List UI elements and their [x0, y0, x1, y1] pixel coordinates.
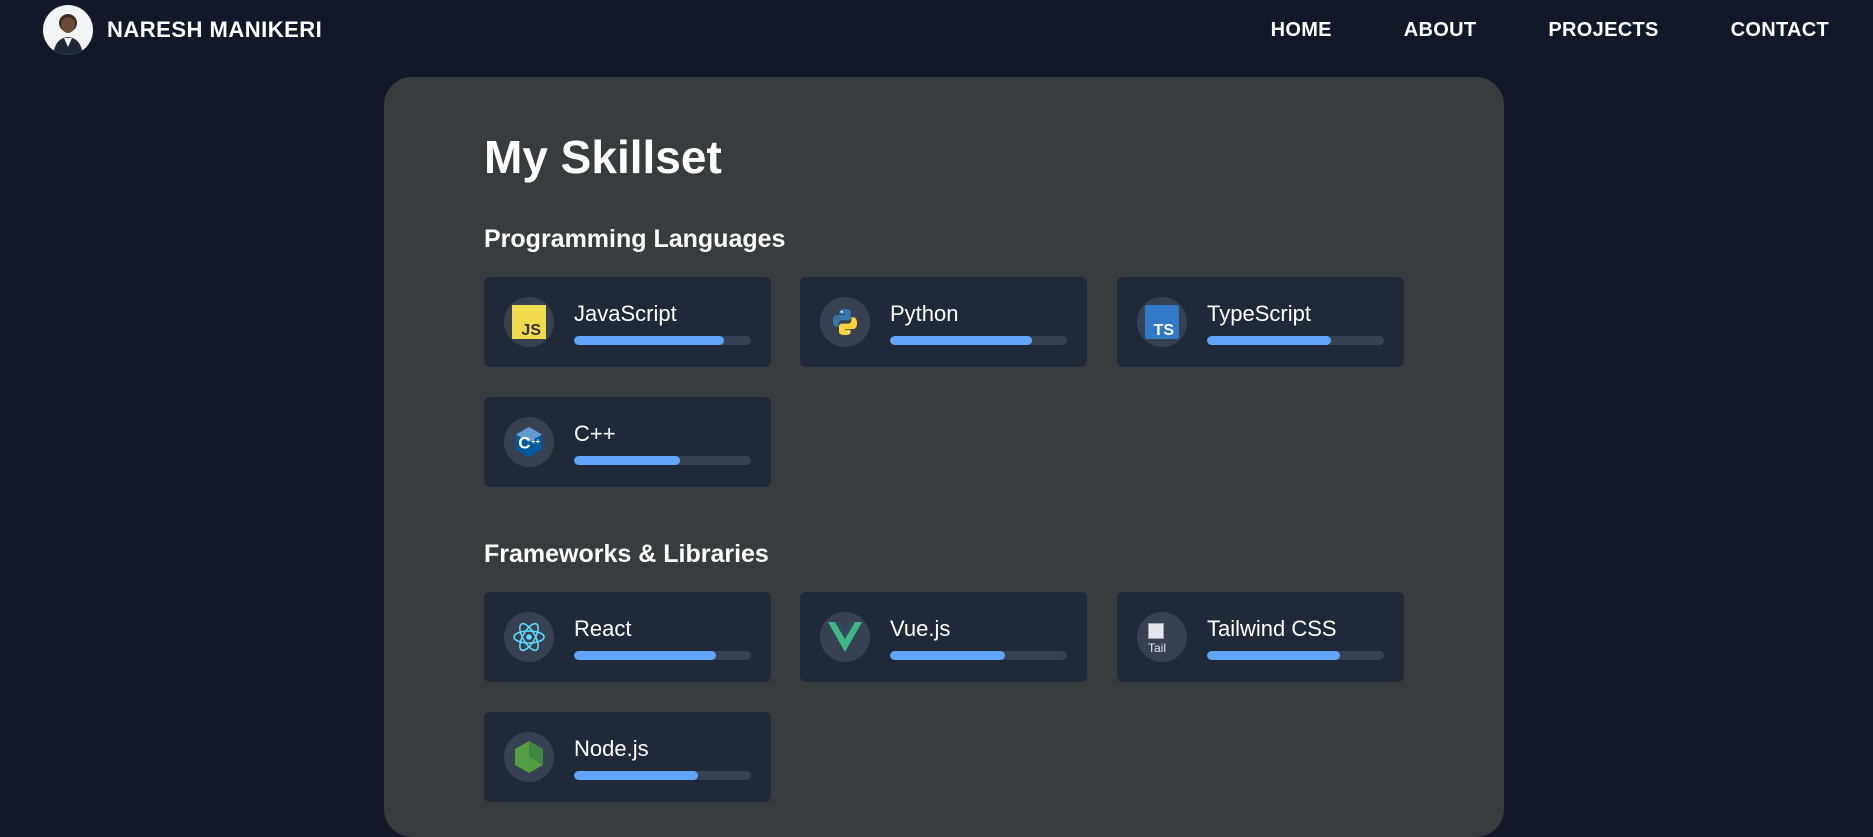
nav-projects-link[interactable]: PROJECTS [1548, 19, 1658, 42]
skill-card-cplusplus: C ++ C++ [484, 397, 771, 487]
skill-card-tailwind: Tail Tailwind CSS [1117, 592, 1404, 682]
skill-icon-container [504, 612, 554, 662]
skill-card-nodejs: Node.js [484, 712, 771, 802]
skill-card-typescript: TS TypeScript [1117, 277, 1404, 367]
skill-name: C++ [574, 421, 616, 446]
skill-icon-container: C ++ [504, 417, 554, 467]
skill-progress-fill [574, 456, 681, 465]
page-title: My Skillset [484, 131, 722, 183]
skill-progress-bar [890, 651, 1067, 660]
nav-home-link[interactable]: HOME [1271, 19, 1332, 42]
javascript-icon: JS [512, 305, 546, 339]
avatar [43, 5, 93, 55]
broken-image-alt-text: Tail [1148, 641, 1167, 655]
skill-icon-container [820, 612, 870, 662]
skill-name: Tailwind CSS [1207, 616, 1337, 641]
skill-progress-bar [574, 456, 751, 465]
skill-name: JavaScript [574, 301, 677, 326]
section-title-programming-languages: Programming Languages [484, 225, 786, 253]
vue-icon [828, 622, 862, 652]
section-title-frameworks-libraries: Frameworks & Libraries [484, 540, 769, 568]
skill-name: Vue.js [890, 616, 951, 641]
skill-progress-bar [574, 336, 751, 345]
brand-name: NARESH MANIKERI [107, 17, 323, 42]
skill-progress-fill [574, 651, 716, 660]
cplusplus-icon: C ++ [516, 427, 542, 457]
skill-name: TypeScript [1207, 301, 1311, 326]
skill-card-python: Python [800, 277, 1087, 367]
skill-progress-bar [574, 771, 751, 780]
skill-progress-fill [890, 651, 1006, 660]
skill-progress-fill [1207, 336, 1331, 345]
skill-icon-container: Tail [1137, 612, 1187, 662]
nav-about-link[interactable]: ABOUT [1404, 19, 1477, 42]
brand[interactable]: NARESH MANIKERI [43, 5, 322, 55]
skill-progress-fill [890, 336, 1032, 345]
skill-icon-container [504, 732, 554, 782]
broken-image-icon: Tail [1144, 619, 1180, 655]
main-nav: HOME ABOUT PROJECTS CONTACT [1271, 0, 1829, 60]
skill-card-vue: Vue.js [800, 592, 1087, 682]
broken-image-glyph [1148, 623, 1164, 639]
skill-progress-bar [1207, 336, 1384, 345]
skill-progress-bar [1207, 651, 1384, 660]
skill-card-javascript: JS JavaScript [484, 277, 771, 367]
svg-text:C: C [518, 434, 530, 453]
skill-icon-container: TS [1137, 297, 1187, 347]
skill-icon-container [820, 297, 870, 347]
skills-panel: My Skillset Programming Languages JS Jav… [384, 77, 1504, 837]
skill-card-react: React [484, 592, 771, 682]
svg-text:++: ++ [531, 437, 541, 446]
nodejs-icon [515, 741, 543, 773]
skill-progress-fill [574, 771, 698, 780]
skill-name: Node.js [574, 736, 649, 761]
skill-icon-container: JS [504, 297, 554, 347]
react-icon [513, 622, 545, 652]
skill-name: React [574, 616, 632, 641]
svg-text:JS: JS [521, 322, 541, 339]
python-icon [833, 309, 857, 335]
nav-contact-link[interactable]: CONTACT [1731, 19, 1829, 42]
svg-text:TS: TS [1154, 322, 1175, 339]
skill-progress-bar [574, 651, 751, 660]
skill-name: Python [890, 301, 959, 326]
site-header: NARESH MANIKERI HOME ABOUT PROJECTS CONT… [0, 0, 1873, 60]
skill-progress-bar [890, 336, 1067, 345]
skill-progress-fill [574, 336, 725, 345]
typescript-icon: TS [1145, 305, 1179, 339]
skill-progress-fill [1207, 651, 1340, 660]
